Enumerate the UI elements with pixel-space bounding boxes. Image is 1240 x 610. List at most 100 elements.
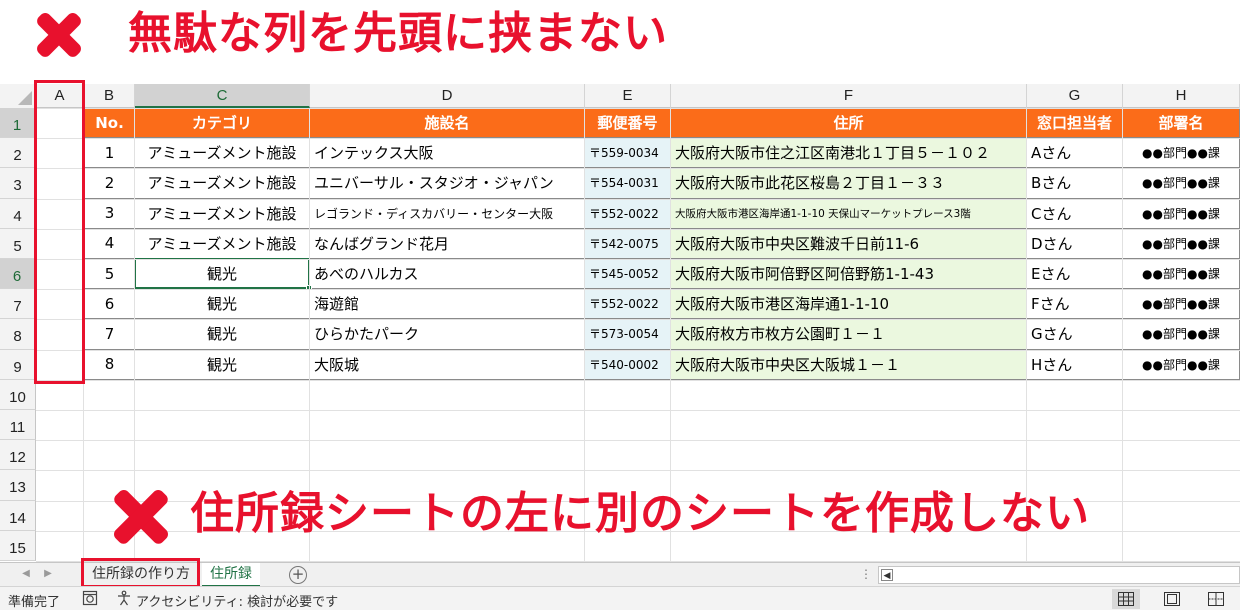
column-header-c[interactable]: C <box>135 84 310 108</box>
column-header-a[interactable]: A <box>36 84 84 108</box>
table-cell[interactable]: ●●部門●●課 <box>1123 198 1240 229</box>
table-cell[interactable]: 〒545-0052 <box>585 259 671 290</box>
table-header-cell[interactable]: 郵便番号 <box>585 108 671 139</box>
table-header-cell[interactable]: カテゴリ <box>135 108 310 139</box>
table-cell[interactable]: 〒542-0075 <box>585 228 671 259</box>
table-cell[interactable]: 観光 <box>135 319 310 350</box>
table-cell[interactable]: アミューズメント施設 <box>135 168 310 199</box>
column-header-g[interactable]: G <box>1027 84 1123 108</box>
table-header-cell[interactable]: 施設名 <box>310 108 585 139</box>
column-header-e[interactable]: E <box>585 84 671 108</box>
row-header-7[interactable]: 7 <box>0 289 36 320</box>
row-header-14[interactable]: 14 <box>0 500 36 531</box>
row-header-13[interactable]: 13 <box>0 470 36 501</box>
table-cell[interactable]: 大阪府大阪市港区海岸通1-1-10 天保山マーケットプレース3階 <box>671 198 1027 229</box>
table-header-cell[interactable]: 部署名 <box>1123 108 1240 139</box>
table-cell[interactable]: 5 <box>84 259 135 290</box>
table-cell[interactable]: 観光 <box>135 289 310 320</box>
table-cell[interactable]: ●●部門●●課 <box>1123 138 1240 169</box>
table-cell[interactable]: レゴランド・ディスカバリー・センター大阪 <box>310 198 585 229</box>
table-cell[interactable]: 大阪城 <box>310 349 585 380</box>
table-cell[interactable]: 観光 <box>135 259 310 290</box>
row-header-9[interactable]: 9 <box>0 349 36 380</box>
table-cell[interactable]: 〒559-0034 <box>585 138 671 169</box>
table-cell[interactable]: Fさん <box>1027 289 1123 320</box>
table-cell[interactable]: Cさん <box>1027 198 1123 229</box>
table-cell[interactable]: アミューズメント施設 <box>135 228 310 259</box>
table-cell[interactable]: 大阪府大阪市阿倍野区阿倍野筋1-1-43 <box>671 259 1027 290</box>
add-sheet-button[interactable]: + <box>289 566 307 584</box>
table-cell[interactable]: 大阪府大阪市住之江区南港北１丁目５－１０２ <box>671 138 1027 169</box>
table-cell[interactable]: ひらかたパーク <box>310 319 585 350</box>
table-cell[interactable]: 1 <box>84 138 135 169</box>
table-header-cell[interactable]: 住所 <box>671 108 1027 139</box>
table-cell[interactable]: 大阪府大阪市此花区桜島２丁目１－３３ <box>671 168 1027 199</box>
table-cell[interactable]: 〒573-0054 <box>585 319 671 350</box>
row-header-4[interactable]: 4 <box>0 198 36 229</box>
table-cell[interactable]: Eさん <box>1027 259 1123 290</box>
table-cell[interactable]: ●●部門●●課 <box>1123 289 1240 320</box>
accessibility-status[interactable]: アクセシビリティ: 検討が必要です <box>136 591 338 610</box>
row-header-15[interactable]: 15 <box>0 530 36 561</box>
row-header-2[interactable]: 2 <box>0 138 36 169</box>
sheet-tab-howto[interactable]: 住所録の作り方 <box>84 563 198 587</box>
table-cell[interactable]: 2 <box>84 168 135 199</box>
table-cell[interactable]: 大阪府枚方市枚方公園町１－１ <box>671 319 1027 350</box>
macro-record-icon[interactable] <box>82 590 98 610</box>
table-cell[interactable]: Gさん <box>1027 319 1123 350</box>
table-cell[interactable]: Hさん <box>1027 349 1123 380</box>
table-header-cell[interactable]: 窓口担当者 <box>1027 108 1123 139</box>
row-header-5[interactable]: 5 <box>0 228 36 259</box>
table-cell[interactable]: 〒540-0002 <box>585 349 671 380</box>
table-cell[interactable]: 大阪府大阪市港区海岸通1-1-10 <box>671 289 1027 320</box>
table-cell[interactable]: Aさん <box>1027 138 1123 169</box>
accessibility-icon[interactable] <box>116 590 132 610</box>
column-header-d[interactable]: D <box>310 84 585 108</box>
table-cell[interactable]: アミューズメント施設 <box>135 138 310 169</box>
table-cell[interactable]: 4 <box>84 228 135 259</box>
table-cell[interactable]: ●●部門●●課 <box>1123 349 1240 380</box>
column-header-b[interactable]: B <box>84 84 135 108</box>
select-all-corner[interactable] <box>0 84 36 108</box>
table-cell[interactable]: ●●部門●●課 <box>1123 319 1240 350</box>
table-cell[interactable]: ●●部門●●課 <box>1123 228 1240 259</box>
table-cell[interactable]: ユニバーサル・スタジオ・ジャパン <box>310 168 585 199</box>
row-header-8[interactable]: 8 <box>0 319 36 350</box>
tab-split-handle-icon[interactable]: ⋮ <box>860 567 872 581</box>
table-cell[interactable]: アミューズメント施設 <box>135 198 310 229</box>
table-cell[interactable]: 7 <box>84 319 135 350</box>
table-header-cell[interactable]: No. <box>84 108 135 139</box>
horizontal-scrollbar[interactable]: ◀ <box>878 566 1240 584</box>
table-cell[interactable]: Bさん <box>1027 168 1123 199</box>
next-sheet-icon[interactable]: ▶ <box>40 566 56 582</box>
page-layout-icon[interactable] <box>1158 589 1186 609</box>
row-header-1[interactable]: 1 <box>0 108 36 139</box>
row-header-11[interactable]: 11 <box>0 410 36 441</box>
table-cell[interactable]: ●●部門●●課 <box>1123 168 1240 199</box>
row-header-6[interactable]: 6 <box>0 259 36 290</box>
table-cell[interactable]: 8 <box>84 349 135 380</box>
column-header-h[interactable]: H <box>1123 84 1240 108</box>
row-header-3[interactable]: 3 <box>0 168 36 199</box>
sheet-tab-addressbook[interactable]: 住所録 <box>202 563 260 587</box>
table-cell[interactable]: 〒552-0022 <box>585 289 671 320</box>
prev-sheet-icon[interactable]: ◀ <box>18 566 34 582</box>
table-cell[interactable]: 大阪府大阪市中央区大阪城１－１ <box>671 349 1027 380</box>
table-cell[interactable]: 3 <box>84 198 135 229</box>
table-cell[interactable]: なんばグランド花月 <box>310 228 585 259</box>
normal-view-icon[interactable] <box>1112 589 1140 609</box>
table-cell[interactable]: 〒554-0031 <box>585 168 671 199</box>
table-cell[interactable]: インテックス大阪 <box>310 138 585 169</box>
table-cell[interactable]: ●●部門●●課 <box>1123 259 1240 290</box>
table-cell[interactable]: 大阪府大阪市中央区難波千日前11-6 <box>671 228 1027 259</box>
row-header-12[interactable]: 12 <box>0 440 36 471</box>
table-cell[interactable]: Dさん <box>1027 228 1123 259</box>
table-cell[interactable]: 観光 <box>135 349 310 380</box>
row-header-10[interactable]: 10 <box>0 379 36 410</box>
table-cell[interactable]: 海遊館 <box>310 289 585 320</box>
table-cell[interactable]: 6 <box>84 289 135 320</box>
table-cell[interactable]: 〒552-0022 <box>585 198 671 229</box>
page-break-icon[interactable] <box>1202 589 1230 609</box>
column-header-f[interactable]: F <box>671 84 1027 108</box>
scroll-left-icon[interactable]: ◀ <box>881 569 893 581</box>
